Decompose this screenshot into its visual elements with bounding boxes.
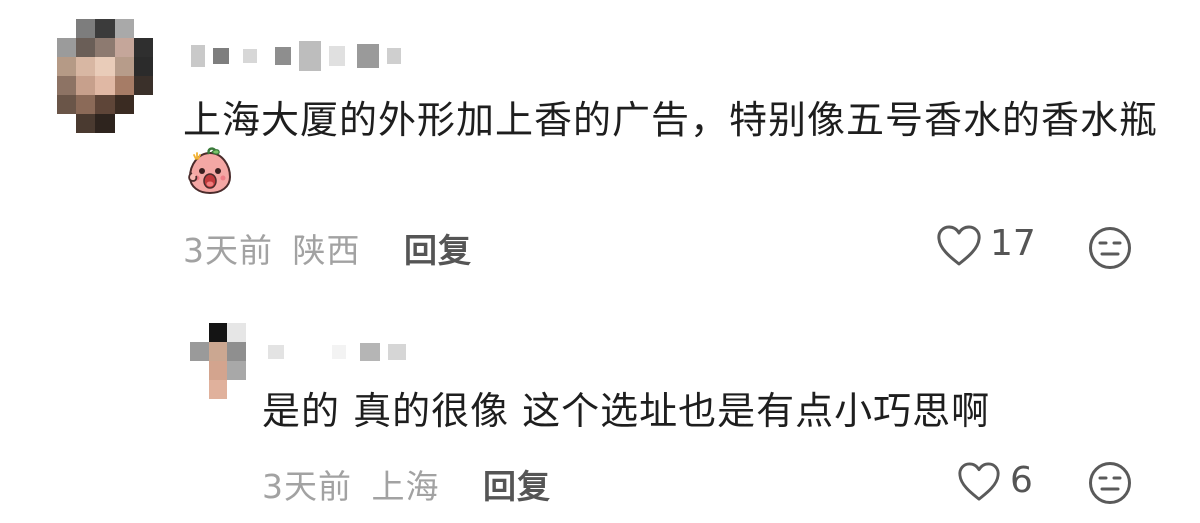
comment-meta: 3天前 陕西 <box>183 224 361 272</box>
reply-like-count: 6 <box>1010 460 1033 501</box>
comment-text: 上海大厦的外形加上香的广告，特别像五号香水的香水瓶 <box>183 98 1159 142</box>
comment-time: 3天前 <box>183 231 273 270</box>
like-count: 17 <box>990 223 1036 264</box>
reply-time: 3天前 <box>262 467 352 506</box>
neutral-face-icon <box>1089 462 1131 504</box>
like-button[interactable] <box>936 225 982 267</box>
reply-like-button[interactable] <box>957 462 1001 502</box>
comment-body: 上海大厦的外形加上香的广告，特别像五号香水的香水瓶 <box>183 93 1163 201</box>
replier-name-redacted[interactable] <box>268 342 406 362</box>
commenter-name-redacted[interactable] <box>191 40 401 72</box>
reply-meta: 3天前 上海 <box>262 460 440 508</box>
dislike-button[interactable] <box>1088 226 1132 270</box>
reply-to-reply-button[interactable]: 回复 <box>483 460 551 508</box>
heart-outline-icon <box>937 225 981 266</box>
reply-button[interactable]: 回复 <box>404 224 472 272</box>
neutral-face-icon <box>1089 227 1131 269</box>
reply-dislike-button[interactable] <box>1088 461 1132 505</box>
comment-location: 陕西 <box>292 231 361 270</box>
reply-location: 上海 <box>371 467 440 506</box>
replier-avatar[interactable] <box>190 323 246 399</box>
shouting-peach-emoji <box>185 147 235 195</box>
reply-text: 是的 真的很像 这个选址也是有点小巧思啊 <box>262 389 991 433</box>
commenter-avatar[interactable] <box>57 19 153 133</box>
heart-outline-icon <box>958 462 1000 501</box>
